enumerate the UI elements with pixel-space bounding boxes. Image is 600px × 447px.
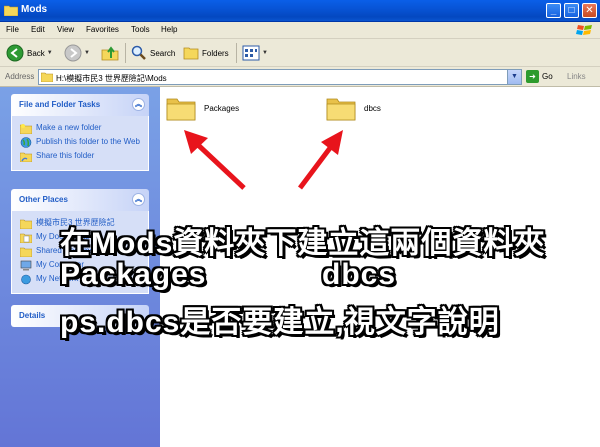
address-path: H:\模擬市民3 世界歷險記\Mods <box>56 74 167 83</box>
annotation-packages: Packages <box>60 258 207 291</box>
chevron-down-icon[interactable]: ▼ <box>47 50 53 56</box>
network-icon <box>21 274 31 285</box>
window-title: Mods <box>21 4 48 15</box>
panel-header[interactable]: Other Places ︽ <box>11 189 149 211</box>
folder-item-dbcs[interactable]: dbcs <box>326 95 381 121</box>
shared-folder-icon <box>20 247 32 257</box>
address-input[interactable]: H:\模擬市民3 世界歷險記\Mods ▼ <box>38 69 522 85</box>
menu-bar: File Edit View Favorites Tools Help <box>0 22 600 39</box>
computer-icon <box>20 260 32 271</box>
folder-name: Packages <box>204 103 240 113</box>
folder-name: dbcs <box>364 103 381 113</box>
annotation-line-1: 在Mods資料夾下建立這兩個資料夾 <box>60 227 546 260</box>
address-bar: Address H:\模擬市民3 世界歷險記\Mods ▼ ➜ Go Links <box>0 67 600 87</box>
back-label: Back <box>27 48 45 58</box>
panel-title: File and Folder Tasks <box>19 100 101 109</box>
search-label: Search <box>150 48 176 58</box>
file-folder-tasks-panel: File and Folder Tasks ︽ Make a new folde… <box>11 94 149 171</box>
share-folder-icon <box>20 152 32 162</box>
back-arrow-icon <box>6 44 24 62</box>
task-label: Make a new folder <box>36 123 102 132</box>
panel-title: Other Places <box>19 195 68 204</box>
views-button[interactable]: ▼ <box>242 43 268 63</box>
task-share-folder[interactable]: Share this folder <box>20 151 148 162</box>
folder-icon <box>166 98 196 121</box>
globe-icon <box>20 137 32 148</box>
task-publish-web[interactable]: Publish this folder to the Web <box>20 137 148 148</box>
go-button[interactable]: ➜ Go <box>526 70 553 83</box>
collapse-icon[interactable]: ︽ <box>132 98 145 111</box>
task-label: Share this folder <box>36 151 95 160</box>
menu-tools[interactable]: Tools <box>131 25 150 34</box>
links-toolbar[interactable]: Links <box>567 72 586 81</box>
windows-logo-icon <box>576 25 592 35</box>
menu-edit[interactable]: Edit <box>31 25 45 34</box>
new-folder-icon <box>20 124 32 134</box>
folder-icon <box>41 72 53 82</box>
toolbar-separator <box>125 43 126 63</box>
search-icon <box>131 45 146 60</box>
folder-icon <box>20 219 32 229</box>
maximize-button[interactable]: □ <box>564 3 579 18</box>
toolbar: Back ▼ ▼ Search Folders ▼ <box>0 39 600 67</box>
up-folder-icon <box>101 46 119 61</box>
address-label: Address <box>5 72 35 81</box>
annotation-line-3: ps.dbcs是否要建立,視文字說明 <box>60 306 500 339</box>
task-make-new-folder[interactable]: Make a new folder <box>20 123 148 134</box>
search-button[interactable]: Search <box>131 43 175 63</box>
views-icon <box>242 45 260 61</box>
menu-help[interactable]: Help <box>161 25 177 34</box>
folder-icon <box>4 5 18 16</box>
panel-header[interactable]: File and Folder Tasks ︽ <box>11 94 149 116</box>
forward-arrow-icon <box>64 44 82 62</box>
menu-file[interactable]: File <box>6 25 19 34</box>
folders-button[interactable]: Folders <box>183 43 229 63</box>
minimize-button[interactable]: _ <box>546 3 561 18</box>
folder-item-packages[interactable]: Packages <box>166 95 239 121</box>
go-arrow-icon: ➜ <box>526 70 539 83</box>
title-bar[interactable]: Mods _ □ ✕ <box>0 0 600 22</box>
folders-icon <box>183 47 199 60</box>
menu-favorites[interactable]: Favorites <box>86 25 119 34</box>
back-button[interactable]: Back ▼ <box>6 43 53 63</box>
collapse-icon[interactable]: ︽ <box>132 193 145 206</box>
panel-body: Make a new folder Publish this folder to… <box>11 116 149 171</box>
task-label: Publish this folder to the Web <box>36 137 140 146</box>
my-documents-icon <box>20 233 32 243</box>
chevron-down-icon[interactable]: ▼ <box>262 50 268 56</box>
folders-label: Folders <box>202 48 229 58</box>
close-button[interactable]: ✕ <box>582 3 597 18</box>
address-dropdown-icon[interactable]: ▼ <box>507 70 521 84</box>
up-folder-button[interactable] <box>101 43 119 63</box>
folder-icon <box>326 98 356 121</box>
menu-view[interactable]: View <box>57 25 74 34</box>
chevron-down-icon[interactable]: ▼ <box>84 50 90 56</box>
annotation-dbcs: dbcs <box>322 258 397 291</box>
toolbar-separator <box>236 43 237 63</box>
panel-title: Details <box>19 311 46 320</box>
go-label: Go <box>542 72 553 81</box>
forward-button[interactable]: ▼ <box>64 43 90 63</box>
